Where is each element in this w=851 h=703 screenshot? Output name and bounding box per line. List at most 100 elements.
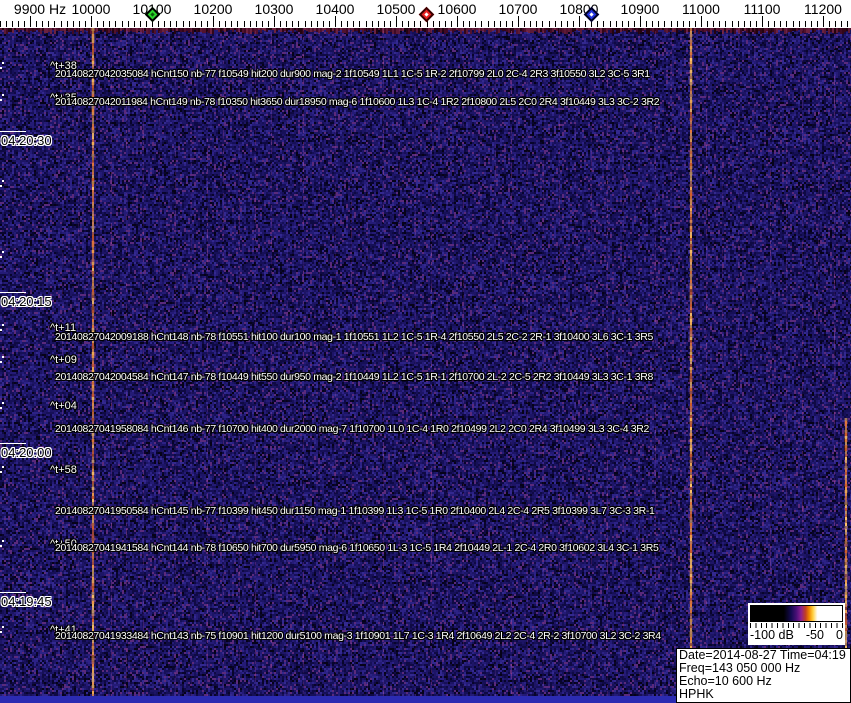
freq-tick <box>250 21 251 27</box>
freq-tick <box>451 21 452 27</box>
freq-tick <box>622 21 623 27</box>
freq-tick <box>762 16 763 27</box>
freq-tick <box>744 21 745 27</box>
freq-tick <box>555 21 556 27</box>
freq-tick <box>97 21 98 27</box>
freq-tick <box>274 16 275 27</box>
freq-tick <box>378 21 379 27</box>
freq-tick <box>793 21 794 27</box>
freq-tick <box>225 21 226 27</box>
freq-tick <box>292 21 293 27</box>
freq-tick <box>841 21 842 27</box>
freq-tick <box>414 21 415 27</box>
freq-tick <box>524 21 525 27</box>
freq-label: 11100 <box>743 1 781 17</box>
freq-tick <box>786 21 787 27</box>
freq-tick <box>36 21 37 27</box>
freq-tick <box>494 21 495 27</box>
freq-tick <box>811 21 812 27</box>
freq-tick <box>817 21 818 27</box>
freq-tick <box>305 21 306 27</box>
freq-label: 10600 <box>437 1 477 17</box>
freq-tick <box>683 21 684 27</box>
freq-tick <box>475 21 476 27</box>
freq-tick <box>237 21 238 27</box>
freq-tick <box>67 21 68 27</box>
freq-tick <box>689 21 690 27</box>
freq-tick <box>768 21 769 27</box>
freq-tick <box>616 21 617 27</box>
freq-tick <box>286 21 287 27</box>
status-info-box: Date=2014-08-27 Time=04:19 UTC Freq=143 … <box>676 648 851 703</box>
freq-tick <box>420 21 421 27</box>
freq-tick <box>823 16 824 27</box>
freq-tick <box>42 21 43 27</box>
freq-tick <box>189 21 190 27</box>
freq-tick <box>506 21 507 27</box>
freq-tick <box>262 21 263 27</box>
freq-marker-red-diamond-icon[interactable] <box>418 6 435 23</box>
freq-tick <box>341 21 342 27</box>
freq-tick <box>469 21 470 27</box>
freq-tick <box>164 21 165 27</box>
freq-tick <box>128 21 129 27</box>
freq-tick <box>805 21 806 27</box>
freq-tick <box>335 16 336 27</box>
freq-tick <box>573 21 574 27</box>
marker-center-dot <box>589 12 594 17</box>
freq-tick <box>359 21 360 27</box>
freq-tick <box>30 16 31 27</box>
freq-tick <box>146 21 147 27</box>
freq-tick <box>664 21 665 27</box>
freq-tick <box>658 21 659 27</box>
freq-tick <box>713 21 714 27</box>
freq-tick <box>183 21 184 27</box>
freq-tick <box>427 21 428 27</box>
freq-tick <box>628 21 629 27</box>
freq-tick <box>677 21 678 27</box>
freq-tick <box>835 21 836 27</box>
freq-label: 10300 <box>254 1 294 17</box>
freq-tick <box>652 21 653 27</box>
freq-tick <box>433 21 434 27</box>
freq-tick <box>512 21 513 27</box>
freq-tick <box>488 21 489 27</box>
freq-label: 11000 <box>682 1 720 17</box>
freq-tick <box>597 21 598 27</box>
freq-tick <box>244 21 245 27</box>
freq-tick <box>134 21 135 27</box>
freq-tick <box>530 21 531 27</box>
freq-tick <box>396 16 397 27</box>
freq-tick <box>390 21 391 27</box>
freq-tick <box>12 21 13 27</box>
marker-center-dot <box>149 12 155 17</box>
freq-tick <box>280 21 281 27</box>
freq-tick <box>719 21 720 27</box>
freq-tick <box>122 21 123 27</box>
freq-tick <box>518 16 519 27</box>
freq-tick <box>366 21 367 27</box>
freq-tick <box>671 21 672 27</box>
freq-tick <box>268 21 269 27</box>
freq-tick <box>54 21 55 27</box>
freq-tick <box>646 21 647 27</box>
freq-label: 9900 Hz <box>13 1 67 17</box>
freq-tick <box>585 21 586 27</box>
freq-tick <box>707 21 708 27</box>
freq-tick <box>170 21 171 27</box>
freq-tick <box>6 21 7 27</box>
freq-tick <box>579 16 580 27</box>
freq-tick <box>774 21 775 27</box>
freq-tick <box>0 21 1 27</box>
freq-tick <box>195 21 196 27</box>
freq-tick <box>61 21 62 27</box>
freq-tick <box>610 21 611 27</box>
freq-tick <box>231 21 232 27</box>
db-label-max: 0 <box>836 628 843 642</box>
freq-tick <box>780 21 781 27</box>
freq-tick <box>201 21 202 27</box>
spectrogram-app-window: 9900 Hz100001010010200103001040010500106… <box>0 0 851 703</box>
freq-tick <box>109 21 110 27</box>
freq-tick <box>542 21 543 27</box>
freq-tick <box>695 21 696 27</box>
